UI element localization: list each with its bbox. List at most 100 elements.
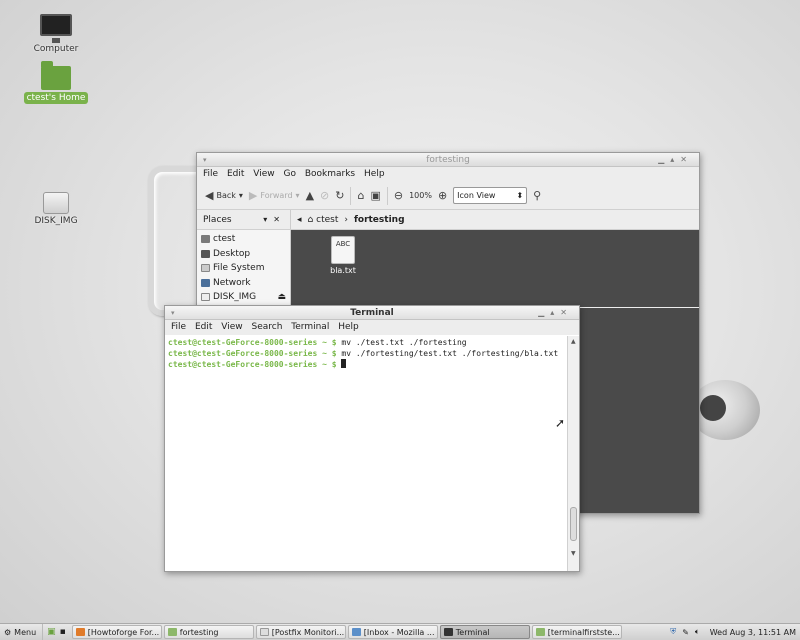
eject-icon[interactable]: ⏏ — [277, 290, 286, 305]
network-icon[interactable]: ✎ — [682, 628, 689, 637]
path-left-arrow-icon[interactable]: ◂ — [297, 215, 302, 225]
back-button[interactable]: ◀ Back ▾ — [205, 189, 243, 202]
file-item[interactable]: ABC bla.txt — [327, 236, 359, 275]
view-mode-select[interactable]: Icon View — [453, 187, 528, 204]
menu-edit[interactable]: Edit — [227, 169, 244, 179]
terminal-icon — [443, 628, 453, 636]
up-arrow-icon[interactable]: ▲ — [306, 189, 314, 202]
menu-go[interactable]: Go — [283, 169, 295, 179]
file-manager-menubar: File Edit View Go Bookmarks Help — [197, 167, 699, 182]
desktop-icon-label: DISK_IMG — [34, 216, 78, 226]
back-arrow-icon: ◀ — [205, 189, 214, 202]
maximize-icon[interactable]: ▴ — [670, 155, 680, 164]
system-tray: ⛨ ✎ 🔈︎ Wed Aug 3, 11:51 AM — [670, 627, 800, 637]
menu-bookmarks[interactable]: Bookmarks — [305, 169, 355, 179]
sidebar-item-file-system[interactable]: File System — [197, 261, 290, 276]
show-desktop-icon[interactable]: ▣ — [47, 627, 56, 637]
sidebar-item-ctest[interactable]: ctest — [197, 232, 290, 247]
quick-launch: ▣ ▪ — [43, 627, 70, 637]
menu-file[interactable]: File — [203, 169, 218, 179]
menu-help[interactable]: Help — [364, 169, 385, 179]
forward-arrow-icon: ▶ — [248, 189, 258, 202]
home-icon: ⌂ — [307, 214, 314, 225]
task-howtoforge[interactable]: [Howtoforge For... — [71, 625, 162, 639]
folder-icon — [535, 628, 545, 636]
close-icon[interactable]: ✕ — [273, 215, 286, 224]
home-icon — [201, 235, 210, 244]
window-menu-icon[interactable]: ▾ — [171, 306, 175, 320]
sidebar-item-disk-img[interactable]: DISK_IMG ⏏ — [197, 290, 290, 305]
task-terminalfirststeps[interactable]: [terminalfirstste... — [531, 625, 622, 639]
maximize-icon[interactable]: ▴ — [550, 308, 560, 317]
breadcrumb-home[interactable]: ⌂ ctest — [308, 215, 339, 225]
taskbar: ⚙ Menu ▣ ▪ [Howtoforge For... fortesting… — [0, 623, 800, 640]
file-manager-body: ctest Desktop File System Network DISK_I… — [197, 230, 699, 307]
task-postfix[interactable]: [Postfix Monitori... — [255, 625, 346, 639]
window-menu-icon[interactable]: ▾ — [203, 153, 207, 167]
minimize-icon[interactable]: ▁ — [658, 155, 670, 164]
zoom-in-icon[interactable]: ⊕ — [438, 189, 447, 202]
breadcrumb-current[interactable]: fortesting — [354, 215, 405, 225]
chevron-down-icon[interactable]: ▾ — [263, 215, 273, 224]
terminal-window[interactable]: ▾ Terminal ▁▴✕ File Edit View Search Ter… — [164, 305, 580, 572]
usb-drive-icon — [201, 293, 210, 302]
desktop-icon-disk[interactable]: DISK_IMG — [21, 192, 91, 226]
file-name: bla.txt — [330, 266, 356, 275]
start-menu-button[interactable]: ⚙ Menu — [0, 624, 44, 640]
menu-view[interactable]: View — [253, 169, 274, 179]
window-title: Terminal — [350, 308, 394, 318]
menu-view[interactable]: View — [221, 322, 242, 332]
desktop-icon-label: ctest's Home — [23, 92, 89, 104]
chevron-down-icon[interactable]: ▾ — [296, 191, 300, 200]
chevron-down-icon[interactable]: ▾ — [239, 191, 243, 200]
gear-icon: ⚙ — [4, 627, 12, 637]
file-manager-titlebar[interactable]: ▾ fortesting ▁▴✕ — [197, 153, 699, 167]
forward-button[interactable]: ▶ Forward ▾ — [249, 189, 300, 202]
menu-edit[interactable]: Edit — [195, 322, 212, 332]
home-icon[interactable]: ⌂ — [357, 189, 364, 202]
scroll-up-icon[interactable]: ▲ — [571, 338, 576, 345]
desktop-icon-computer[interactable]: Computer — [21, 14, 91, 54]
scrollbar-thumb[interactable] — [570, 507, 577, 541]
scroll-down-icon[interactable]: ▼ — [571, 550, 576, 557]
volume-icon[interactable]: 🔈︎ — [695, 627, 700, 637]
places-header[interactable]: Places ▾✕ — [197, 210, 291, 229]
sidebar-item-network[interactable]: Network — [197, 276, 290, 291]
task-fortesting[interactable]: fortesting — [163, 625, 254, 639]
usb-drive-icon — [43, 192, 69, 214]
mouse-pointer-icon: ➚ — [555, 416, 566, 430]
terminal-launcher-icon[interactable]: ▪ — [60, 627, 66, 637]
minimize-icon[interactable]: ▁ — [538, 308, 550, 317]
menu-terminal[interactable]: Terminal — [291, 322, 329, 332]
places-label: Places — [203, 214, 232, 225]
shell-prompt: ctest@ctest-GeForce-8000-series ~ $ — [168, 360, 342, 369]
clock[interactable]: Wed Aug 3, 11:51 AM — [706, 628, 796, 637]
toolbar-separator — [350, 186, 352, 205]
home-folder-icon — [41, 61, 71, 90]
close-icon[interactable]: ✕ — [560, 308, 573, 317]
update-shield-icon[interactable]: ⛨ — [670, 627, 676, 637]
terminal-scrollbar[interactable]: ▲ ▼ — [567, 336, 579, 571]
menu-file[interactable]: File — [171, 322, 186, 332]
document-icon — [259, 628, 269, 636]
computer-icon[interactable]: ▣ — [370, 189, 380, 202]
text-cursor — [341, 359, 347, 368]
sidebar-item-desktop[interactable]: Desktop — [197, 247, 290, 262]
breadcrumb-separator-icon: › — [344, 214, 348, 225]
terminal-line: ctest@ctest-GeForce-8000-series ~ $ — [168, 359, 564, 371]
task-inbox[interactable]: [Inbox - Mozilla ... — [347, 625, 438, 639]
menu-help[interactable]: Help — [338, 322, 359, 332]
task-terminal[interactable]: Terminal — [439, 625, 530, 639]
terminal-output[interactable]: ctest@ctest-GeForce-8000-series ~ $ mv .… — [165, 336, 567, 571]
terminal-titlebar[interactable]: ▾ Terminal ▁▴✕ — [165, 306, 579, 320]
file-view[interactable]: ABC bla.txt — [291, 230, 699, 307]
search-icon[interactable]: ⚲ — [533, 189, 541, 202]
stop-icon[interactable]: ⊘ — [320, 189, 329, 202]
close-icon[interactable]: ✕ — [680, 155, 693, 164]
reload-icon[interactable]: ↻ — [335, 189, 344, 202]
menu-search[interactable]: Search — [251, 322, 282, 332]
shell-command: mv ./test.txt ./fortesting — [341, 338, 467, 347]
desktop-icon-home[interactable]: ctest's Home — [21, 61, 91, 104]
desktop-icon — [201, 249, 210, 258]
zoom-out-icon[interactable]: ⊖ — [394, 189, 403, 202]
